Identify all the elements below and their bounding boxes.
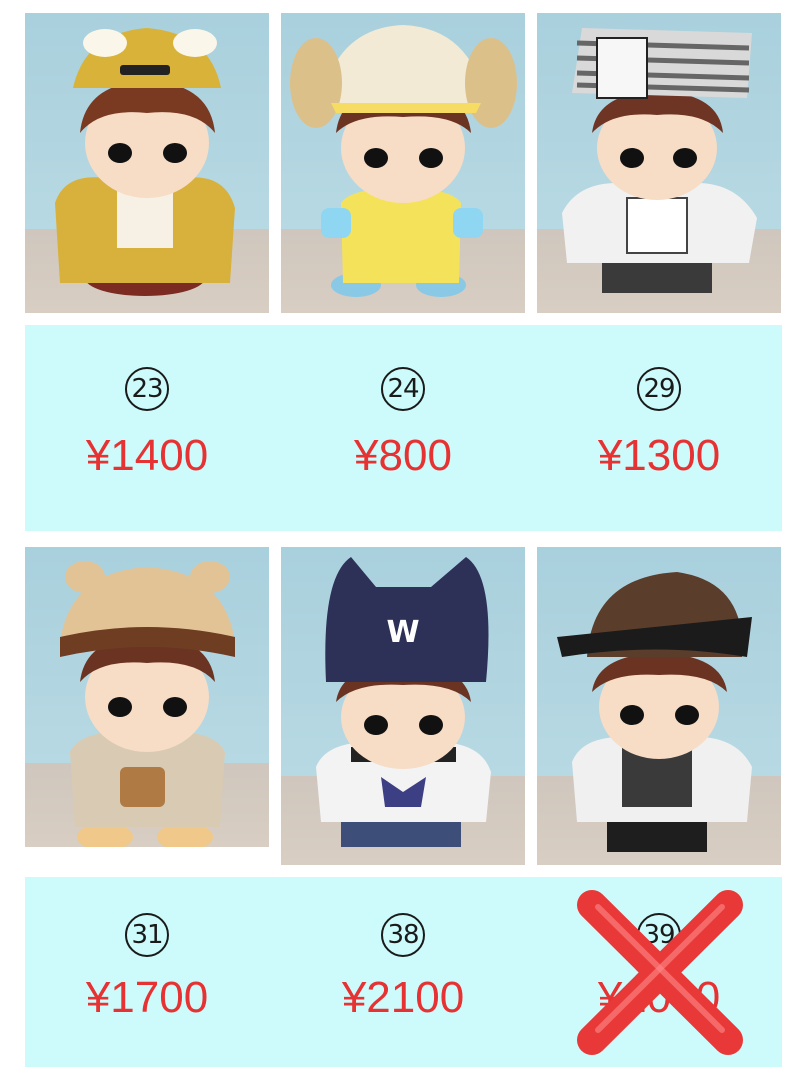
doll-photo-31[interactable] xyxy=(25,547,269,847)
item-cell-23[interactable]: 23 ¥1400 xyxy=(25,325,269,531)
item-number: 23 xyxy=(125,367,169,411)
item-price: ¥2100 xyxy=(341,973,465,1022)
svg-text:W: W xyxy=(386,615,419,650)
item-price: ¥1400 xyxy=(85,431,209,480)
doll-photo-29[interactable] xyxy=(537,13,781,313)
item-cell-24[interactable]: 24 ¥800 xyxy=(281,325,525,531)
doll-photo-38[interactable]: W xyxy=(281,547,525,865)
item-cell-38[interactable]: 38 ¥2100 xyxy=(281,877,525,1067)
item-number: 31 xyxy=(125,913,169,957)
sold-out-cross-icon xyxy=(577,890,743,1055)
doll-photo-39[interactable] xyxy=(537,547,781,865)
item-number: 24 xyxy=(381,367,425,411)
doll-photo-23[interactable] xyxy=(25,13,269,313)
doll-photo-24[interactable] xyxy=(281,13,525,313)
price-band-row-1: 23 ¥1400 24 ¥800 29 ¥1300 xyxy=(25,325,782,531)
item-number: 38 xyxy=(381,913,425,957)
item-price: ¥800 xyxy=(354,431,452,480)
item-price: ¥1300 xyxy=(597,431,721,480)
item-cell-31[interactable]: 31 ¥1700 xyxy=(25,877,269,1067)
item-cell-29[interactable]: 29 ¥1300 xyxy=(537,325,781,531)
item-number: 29 xyxy=(637,367,681,411)
item-price: ¥1700 xyxy=(85,973,209,1022)
